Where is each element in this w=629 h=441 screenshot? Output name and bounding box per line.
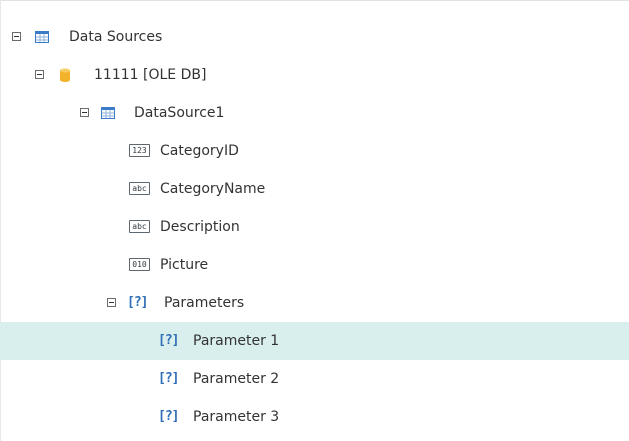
tree-node-field-categoryname[interactable]: abc CategoryName (0, 170, 629, 208)
collapse-toggle-icon[interactable] (107, 298, 116, 307)
top-border (0, 0, 629, 1)
parameter-icon: [?] (158, 333, 180, 348)
data-sources-tree: Data Sources 11111 [OLE DB] DataSource1 (0, 18, 629, 436)
numeric-field-icon: 123 (129, 144, 150, 157)
tree-node-connection[interactable]: 11111 [OLE DB] (0, 56, 629, 94)
tree-node-label: 11111 [OLE DB] (94, 67, 207, 83)
tree-node-label: Data Sources (69, 29, 163, 45)
parameter-icon: [?] (158, 371, 180, 386)
parameter-icon: [?] (158, 409, 180, 424)
collapse-toggle-icon[interactable] (35, 70, 44, 79)
tree-node-field-picture[interactable]: 010 Picture (0, 246, 629, 284)
tree-node-field-description[interactable]: abc Description (0, 208, 629, 246)
tree-node-label: Parameter 2 (193, 371, 280, 387)
database-icon (57, 67, 73, 83)
tree-node-parameter-3[interactable]: [?] Parameter 3 (0, 398, 629, 436)
tree-node-label: Parameter 1 (193, 333, 280, 349)
tree-node-label: CategoryID (160, 143, 239, 159)
tree-node-parameter-1[interactable]: [?] Parameter 1 (0, 322, 629, 360)
table-icon (34, 29, 50, 45)
parameter-icon: [?] (127, 295, 149, 310)
tree-node-parameters[interactable]: [?] Parameters (0, 284, 629, 322)
tree-node-field-categoryid[interactable]: 123 CategoryID (0, 132, 629, 170)
binary-field-icon: 010 (129, 258, 150, 271)
collapse-toggle-icon[interactable] (12, 32, 21, 41)
table-icon (100, 105, 116, 121)
tree-node-label: CategoryName (160, 181, 266, 197)
text-field-icon: abc (129, 182, 150, 195)
tree-node-datasource[interactable]: DataSource1 (0, 94, 629, 132)
tree-node-label: Parameter 3 (193, 409, 280, 425)
tree-node-label: DataSource1 (134, 105, 225, 121)
tree-node-label: Parameters (164, 295, 245, 311)
tree-node-parameter-2[interactable]: [?] Parameter 2 (0, 360, 629, 398)
tree-node-label: Picture (160, 257, 209, 273)
tree-node-label: Description (160, 219, 240, 235)
collapse-toggle-icon[interactable] (80, 108, 89, 117)
text-field-icon: abc (129, 220, 150, 233)
tree-node-data-sources[interactable]: Data Sources (0, 18, 629, 56)
